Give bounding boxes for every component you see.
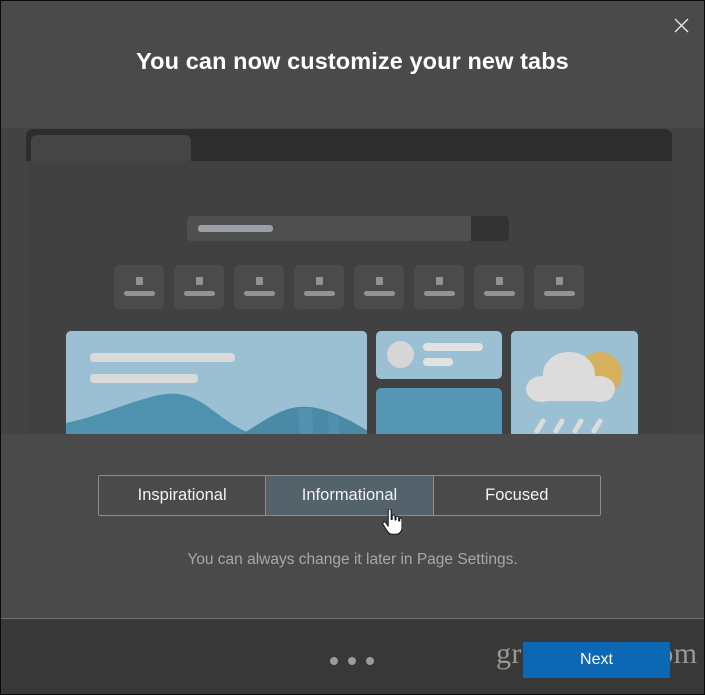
preview-search-query-bar [198, 225, 273, 232]
solid-card [376, 388, 502, 434]
preview-search-button [471, 216, 509, 241]
preview-active-tab [31, 135, 191, 161]
page-dot[interactable] [330, 657, 338, 665]
article-card-subtitle-bar [423, 358, 453, 366]
avatar [387, 341, 414, 368]
shortcut-tile [294, 265, 344, 309]
shortcut-tile-label-bar [244, 291, 275, 296]
hero-image-card [66, 331, 367, 434]
shortcut-tile [234, 265, 284, 309]
shortcut-tile-label-bar [424, 291, 455, 296]
weather-card [511, 331, 638, 434]
page-dot[interactable] [366, 657, 374, 665]
page-title: You can now customize your new tabs [136, 48, 569, 74]
shortcut-tile-label-bar [364, 291, 395, 296]
preview-content-cards [66, 331, 638, 434]
shortcut-tile [354, 265, 404, 309]
shortcut-tile-label-bar [124, 291, 155, 296]
segment-focused[interactable]: Focused [433, 476, 600, 515]
preview-tabstrip [26, 129, 672, 161]
shortcut-tile-label-bar [484, 291, 515, 296]
layout-chooser-area: Inspirational Informational Focused You … [1, 434, 704, 618]
shortcut-tile-icon [436, 277, 443, 285]
preview-shortcut-tiles [114, 265, 584, 309]
dialog-header: You can now customize your new tabs [1, 1, 704, 128]
shortcut-tile-icon [256, 277, 263, 285]
screenshot-root: You can now customize your new tabs Insp… [0, 0, 705, 695]
shortcut-tile [114, 265, 164, 309]
shortcut-tile-icon [136, 277, 143, 285]
preview-search-bar [187, 216, 509, 241]
layout-segmented-control[interactable]: Inspirational Informational Focused [98, 475, 601, 516]
shortcut-tile-icon [316, 277, 323, 285]
shortcut-tile-label-bar [304, 291, 335, 296]
article-card [376, 331, 502, 379]
page-indicator-dots [330, 657, 374, 665]
customize-new-tab-dialog: You can now customize your new tabs Insp… [0, 0, 705, 695]
hero-card-title-bar [90, 353, 235, 362]
segment-informational[interactable]: Informational [266, 476, 434, 515]
hero-card-subtitle-bar [90, 374, 198, 383]
shortcut-tile-label-bar [544, 291, 575, 296]
page-dot[interactable] [348, 657, 356, 665]
shortcut-tile-icon [496, 277, 503, 285]
shortcut-tile [414, 265, 464, 309]
next-button[interactable]: Next [523, 642, 670, 678]
chooser-hint-text: You can always change it later in Page S… [187, 551, 518, 568]
preview-body [26, 161, 672, 434]
new-tab-page-preview [26, 129, 672, 434]
shortcut-tile-label-bar [184, 291, 215, 296]
shortcut-tile [474, 265, 524, 309]
shortcut-tile-icon [556, 277, 563, 285]
shortcut-tile-icon [196, 277, 203, 285]
segment-inspirational[interactable]: Inspirational [99, 476, 267, 515]
article-card-title-bar [423, 343, 483, 351]
shortcut-tile [534, 265, 584, 309]
shortcut-tile-icon [376, 277, 383, 285]
shortcut-tile [174, 265, 224, 309]
close-icon[interactable] [665, 10, 697, 40]
preview-stage [1, 128, 704, 434]
